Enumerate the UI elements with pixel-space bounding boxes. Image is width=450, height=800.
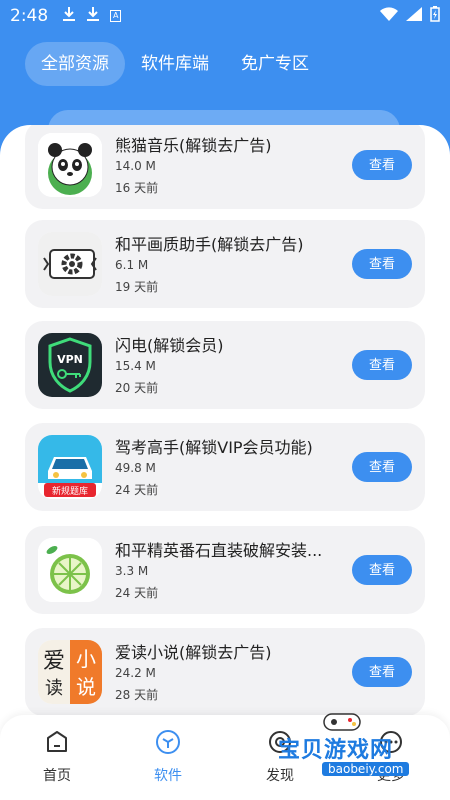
app-time: 24 天前	[115, 483, 159, 497]
tab-software-library[interactable]: 软件库端	[125, 42, 225, 86]
app-time: 16 天前	[115, 181, 159, 195]
app-time: 28 天前	[115, 688, 159, 702]
battery-icon	[430, 5, 440, 27]
novel-char-4: 说	[76, 675, 96, 699]
novel-char-2: 读	[45, 678, 63, 699]
novel-icon: 爱 读 小 说	[38, 640, 102, 704]
view-button[interactable]: 查看	[352, 452, 412, 482]
list-item[interactable]: 新规题库 驾考高手(解锁VIP会员功能) 49.8 M 24 天前 查看	[25, 423, 425, 511]
watermark-url: baobeiy.com	[322, 762, 410, 776]
app-notify-icon: A	[110, 10, 122, 22]
watermark: 宝贝游戏网 baobeiy.com	[270, 710, 420, 790]
status-bar: 2:48 A	[0, 0, 450, 32]
app-time: 20 天前	[115, 381, 159, 395]
view-button[interactable]: 查看	[352, 657, 412, 687]
wifi-icon	[380, 6, 398, 26]
cube-icon	[155, 729, 181, 755]
gear-icon	[38, 232, 102, 296]
download-icon	[62, 6, 76, 26]
list-item[interactable]: 爱 读 小 说 爱读小说(解锁去广告) 24.2 M 28 天前 查看	[25, 628, 425, 716]
lime-icon	[38, 538, 102, 602]
category-tabs: 全部资源 软件库端 免广专区	[25, 42, 325, 86]
app-time: 24 天前	[115, 586, 159, 600]
app-time: 19 天前	[115, 280, 159, 294]
tab-ad-free[interactable]: 免广专区	[225, 42, 325, 86]
novel-char-3: 小	[76, 647, 96, 671]
content-sheet: 熊猫音乐(解锁去广告) 14.0 M 16 天前 查看 和平画质助手(解锁去广告…	[0, 125, 450, 800]
download-icon	[86, 6, 100, 26]
nav-home[interactable]: 首页	[22, 729, 92, 785]
app-size: 6.1 M	[115, 258, 149, 272]
view-button[interactable]: 查看	[352, 249, 412, 279]
nav-label: 软件	[154, 768, 182, 784]
nav-label: 首页	[43, 768, 71, 784]
vpn-label: VPN	[57, 353, 83, 366]
list-item[interactable]: 和平画质助手(解锁去广告) 6.1 M 19 天前 查看	[25, 220, 425, 308]
car-icon-label: 新规题库	[52, 485, 88, 497]
app-name: 爱读小说(解锁去广告)	[115, 643, 272, 662]
list-item[interactable]: 熊猫音乐(解锁去广告) 14.0 M 16 天前 查看	[25, 125, 425, 209]
list-item[interactable]: 和平精英番石直装破解安装... 3.3 M 24 天前 查看	[25, 526, 425, 614]
watermark-text: 宝贝游戏网	[278, 738, 394, 763]
app-size: 15.4 M	[115, 359, 156, 373]
status-time: 2:48	[10, 6, 49, 26]
panda-icon	[38, 133, 102, 197]
vpn-shield-icon: VPN	[38, 333, 102, 397]
home-icon	[44, 729, 70, 755]
view-button[interactable]: 查看	[352, 350, 412, 380]
novel-char-1: 爱	[43, 649, 65, 674]
list-item[interactable]: VPN 闪电(解锁会员) 15.4 M 20 天前 查看	[25, 321, 425, 409]
app-size: 3.3 M	[115, 564, 149, 578]
app-name: 和平画质助手(解锁去广告)	[115, 235, 304, 254]
app-size: 14.0 M	[115, 159, 156, 173]
app-name: 熊猫音乐(解锁去广告)	[115, 136, 272, 155]
app-name: 和平精英番石直装破解安装...	[115, 541, 323, 560]
app-name: 闪电(解锁会员)	[115, 336, 224, 355]
app-size: 24.2 M	[115, 666, 156, 680]
app-size: 49.8 M	[115, 461, 156, 475]
nav-software[interactable]: 软件	[133, 729, 203, 785]
car-icon: 新规题库	[38, 435, 102, 499]
view-button[interactable]: 查看	[352, 555, 412, 585]
view-button[interactable]: 查看	[352, 150, 412, 180]
tab-all-resources[interactable]: 全部资源	[25, 42, 125, 86]
signal-icon	[406, 6, 422, 26]
app-name: 驾考高手(解锁VIP会员功能)	[115, 438, 313, 457]
